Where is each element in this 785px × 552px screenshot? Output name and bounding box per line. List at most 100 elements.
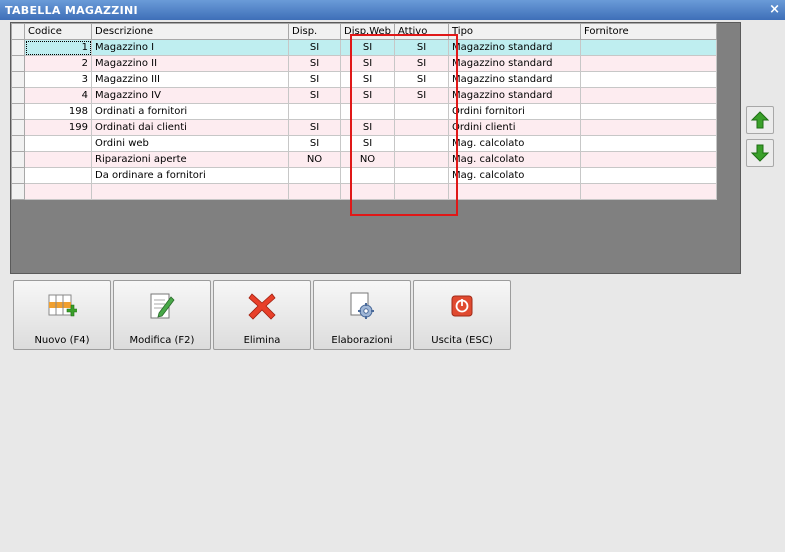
- cell-fornitore[interactable]: [580, 71, 717, 88]
- cell-disp-web[interactable]: SI: [340, 39, 395, 56]
- row-indicator[interactable]: [11, 39, 25, 56]
- cell-disp-web[interactable]: NO: [340, 151, 395, 168]
- table-row[interactable]: 3 Magazzino III SI SI SI Magazzino standard: [11, 71, 717, 88]
- close-icon[interactable]: ×: [769, 2, 780, 17]
- column-header-attivo[interactable]: Attivo: [394, 23, 449, 40]
- cell-attivo[interactable]: SI: [394, 39, 449, 56]
- cell-disp[interactable]: [288, 183, 341, 200]
- elimina-button[interactable]: Elimina: [213, 280, 311, 350]
- cell-disp-web[interactable]: [340, 103, 395, 120]
- cell-codice[interactable]: [24, 183, 92, 200]
- column-header-disp[interactable]: Disp.: [288, 23, 341, 40]
- cell-disp-web[interactable]: SI: [340, 71, 395, 88]
- cell-descrizione[interactable]: Magazzino III: [91, 71, 289, 88]
- cell-fornitore[interactable]: [580, 167, 717, 184]
- cell-disp[interactable]: NO: [288, 151, 341, 168]
- cell-descrizione[interactable]: Magazzino I: [91, 39, 289, 56]
- table-row[interactable]: 4 Magazzino IV SI SI SI Magazzino standard: [11, 87, 717, 104]
- cell-codice[interactable]: 198: [24, 103, 92, 120]
- cell-tipo[interactable]: [448, 183, 581, 200]
- row-indicator[interactable]: [11, 167, 25, 184]
- cell-attivo[interactable]: [394, 151, 449, 168]
- cell-disp-web[interactable]: SI: [340, 55, 395, 72]
- column-header-fornitore[interactable]: Fornitore: [580, 23, 717, 40]
- cell-attivo[interactable]: [394, 119, 449, 136]
- cell-fornitore[interactable]: [580, 183, 717, 200]
- cell-fornitore[interactable]: [580, 135, 717, 152]
- move-down-button[interactable]: [746, 139, 774, 167]
- cell-codice[interactable]: 199: [24, 119, 92, 136]
- cell-disp-web[interactable]: SI: [340, 87, 395, 104]
- cell-disp-web[interactable]: SI: [340, 119, 395, 136]
- table-row[interactable]: 199 Ordinati dai clienti SI SI Ordini client…: [11, 119, 717, 136]
- cell-tipo[interactable]: Magazzino standard: [448, 55, 581, 72]
- cell-descrizione[interactable]: [91, 183, 289, 200]
- cell-attivo[interactable]: [394, 135, 449, 152]
- cell-fornitore[interactable]: [580, 87, 717, 104]
- uscita-button[interactable]: Uscita (ESC): [413, 280, 511, 350]
- cell-attivo[interactable]: SI: [394, 71, 449, 88]
- cell-attivo[interactable]: SI: [394, 87, 449, 104]
- cell-descrizione[interactable]: Magazzino II: [91, 55, 289, 72]
- nuovo-button[interactable]: Nuovo (F4): [13, 280, 111, 350]
- cell-tipo[interactable]: Mag. calcolato: [448, 151, 581, 168]
- column-header-codice[interactable]: Codice: [24, 23, 92, 40]
- row-indicator[interactable]: [11, 135, 25, 152]
- cell-attivo[interactable]: SI: [394, 55, 449, 72]
- elaborazioni-button[interactable]: Elaborazioni: [313, 280, 411, 350]
- cell-fornitore[interactable]: [580, 119, 717, 136]
- cell-tipo[interactable]: Mag. calcolato: [448, 135, 581, 152]
- table-row[interactable]: Da ordinare a fornitori Mag. calcolato: [11, 167, 717, 184]
- cell-descrizione[interactable]: Magazzino IV: [91, 87, 289, 104]
- table-row[interactable]: Ordini web SI SI Mag. calcolato: [11, 135, 717, 152]
- cell-disp[interactable]: [288, 103, 341, 120]
- cell-fornitore[interactable]: [580, 39, 717, 56]
- cell-disp[interactable]: SI: [288, 135, 341, 152]
- cell-codice[interactable]: [24, 167, 92, 184]
- cell-codice[interactable]: 4: [24, 87, 92, 104]
- row-indicator[interactable]: [11, 55, 25, 72]
- table-row[interactable]: [11, 183, 717, 200]
- cell-tipo[interactable]: Magazzino standard: [448, 71, 581, 88]
- warehouse-table[interactable]: Codice Descrizione Disp. Disp.Web Attivo…: [11, 23, 717, 200]
- cell-tipo[interactable]: Mag. calcolato: [448, 167, 581, 184]
- cell-attivo[interactable]: [394, 103, 449, 120]
- cell-tipo[interactable]: Magazzino standard: [448, 87, 581, 104]
- cell-disp-web[interactable]: [340, 183, 395, 200]
- column-header-tipo[interactable]: Tipo: [448, 23, 581, 40]
- cell-disp[interactable]: SI: [288, 55, 341, 72]
- cell-disp-web[interactable]: SI: [340, 135, 395, 152]
- cell-tipo[interactable]: Magazzino standard: [448, 39, 581, 56]
- cell-fornitore[interactable]: [580, 103, 717, 120]
- table-row[interactable]: 1 Magazzino I SI SI SI Magazzino standard: [11, 39, 717, 56]
- cell-descrizione[interactable]: Riparazioni aperte: [91, 151, 289, 168]
- cell-tipo[interactable]: Ordini fornitori: [448, 103, 581, 120]
- cell-codice[interactable]: 3: [24, 71, 92, 88]
- cell-disp[interactable]: SI: [288, 87, 341, 104]
- cell-attivo[interactable]: [394, 183, 449, 200]
- cell-descrizione[interactable]: Ordinati dai clienti: [91, 119, 289, 136]
- row-indicator[interactable]: [11, 151, 25, 168]
- move-up-button[interactable]: [746, 106, 774, 134]
- table-row[interactable]: Riparazioni aperte NO NO Mag. calcolato: [11, 151, 717, 168]
- row-indicator[interactable]: [11, 119, 25, 136]
- table-row[interactable]: 198 Ordinati a fornitori Ordini fornitori: [11, 103, 717, 120]
- cell-disp[interactable]: SI: [288, 39, 341, 56]
- cell-disp[interactable]: SI: [288, 119, 341, 136]
- row-indicator[interactable]: [11, 71, 25, 88]
- cell-fornitore[interactable]: [580, 151, 717, 168]
- cell-descrizione[interactable]: Ordinati a fornitori: [91, 103, 289, 120]
- cell-codice[interactable]: [24, 135, 92, 152]
- cell-disp-web[interactable]: [340, 167, 395, 184]
- cell-descrizione[interactable]: Ordini web: [91, 135, 289, 152]
- cell-attivo[interactable]: [394, 167, 449, 184]
- cell-fornitore[interactable]: [580, 55, 717, 72]
- table-row[interactable]: 2 Magazzino II SI SI SI Magazzino standard: [11, 55, 717, 72]
- row-indicator[interactable]: [11, 103, 25, 120]
- column-header-disp-web[interactable]: Disp.Web: [340, 23, 395, 40]
- cell-disp[interactable]: SI: [288, 71, 341, 88]
- cell-disp[interactable]: [288, 167, 341, 184]
- row-indicator[interactable]: [11, 183, 25, 200]
- cell-tipo[interactable]: Ordini clienti: [448, 119, 581, 136]
- cell-codice[interactable]: 2: [24, 55, 92, 72]
